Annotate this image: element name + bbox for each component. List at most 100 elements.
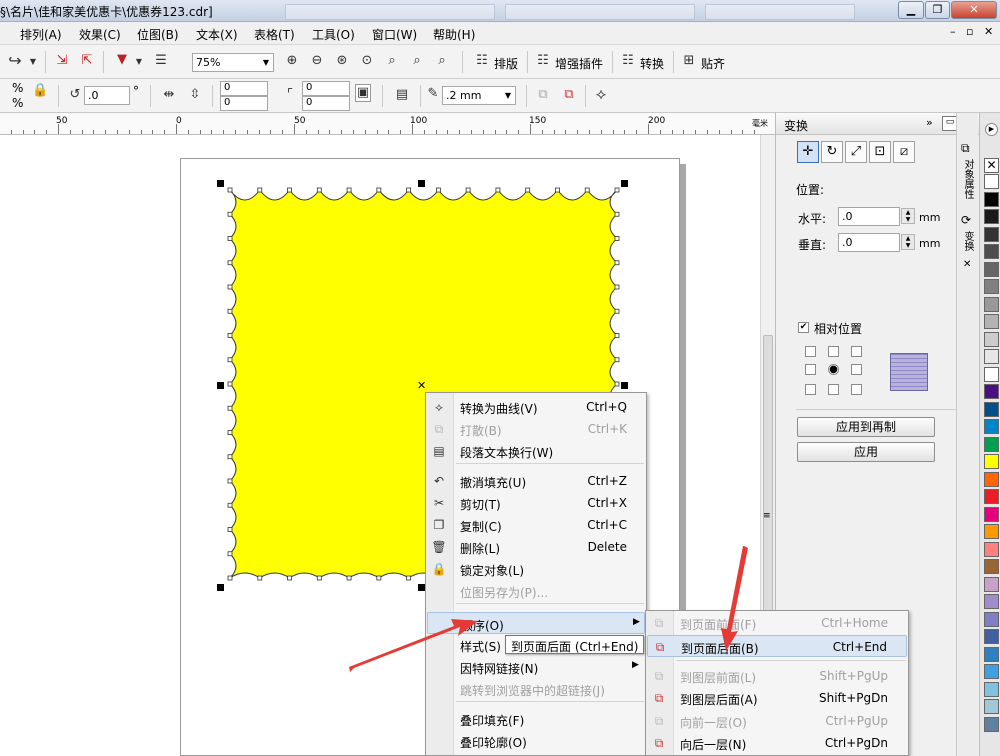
selection-handle[interactable]: [418, 584, 425, 591]
doc-close-icon[interactable]: ✕: [984, 25, 993, 38]
context-menu-item[interactable]: 叠印填充(F): [427, 708, 645, 730]
submenu-item[interactable]: ⧉ 到图层后面(A) Shift+PgDn: [647, 687, 907, 709]
convert-button[interactable]: 转换: [640, 55, 664, 72]
menu-table[interactable]: 表格(T): [254, 26, 295, 43]
menu-tools[interactable]: 工具(O): [312, 26, 355, 43]
close-tab-icon[interactable]: ✕: [963, 259, 971, 270]
anchor-middle-right[interactable]: [851, 364, 862, 375]
selection-handle[interactable]: [217, 382, 224, 389]
color-swatch[interactable]: [984, 576, 999, 592]
size-tool-icon[interactable]: ⊡: [869, 141, 891, 163]
arrange-icon[interactable]: ☷: [473, 53, 491, 69]
selection-handle[interactable]: [217, 180, 224, 187]
options-list-icon[interactable]: ☰: [152, 53, 170, 69]
corner-lock-icon[interactable]: ⌜: [283, 87, 297, 103]
scale-tool-icon[interactable]: ⤢: [845, 141, 867, 163]
convert-icon[interactable]: ☷: [619, 53, 637, 69]
context-menu-item[interactable]: ✂ 剪切(T) Ctrl+X: [427, 492, 645, 514]
tab-transform[interactable]: 变换: [961, 231, 975, 251]
expand-icon[interactable]: »: [926, 116, 933, 129]
no-color-swatch[interactable]: ✕: [984, 158, 999, 173]
color-swatch[interactable]: [984, 314, 999, 329]
minimize-icon[interactable]: ▁: [898, 1, 924, 19]
object-properties-tab-icon[interactable]: ⧉: [961, 141, 970, 156]
apply-to-duplicate-button[interactable]: 应用到再制: [797, 417, 935, 437]
corner-radius-4[interactable]: 0: [302, 96, 350, 111]
color-swatch[interactable]: [984, 681, 999, 697]
anchor-center[interactable]: ●: [828, 364, 839, 375]
color-swatch[interactable]: [984, 384, 999, 399]
anchor-top-right[interactable]: [851, 346, 862, 357]
color-swatch[interactable]: [984, 629, 999, 644]
zoom-in-icon[interactable]: ⊕: [283, 53, 301, 69]
context-menu-item[interactable]: 因特网链接(N) ▶: [427, 656, 645, 678]
color-swatch[interactable]: [984, 226, 999, 242]
center-marker-icon[interactable]: ✕: [417, 379, 426, 392]
menu-effects[interactable]: 效果(C): [79, 26, 121, 43]
color-swatch[interactable]: [984, 489, 999, 504]
tab-object-properties[interactable]: 对象属性: [961, 159, 975, 199]
context-menu-item[interactable]: ❐ 复制(C) Ctrl+C: [427, 514, 645, 536]
vertical-input[interactable]: .0: [838, 233, 900, 252]
color-swatch[interactable]: [984, 366, 999, 382]
submenu-item[interactable]: ⧉ 到页面前面(F) Ctrl+Home: [647, 612, 907, 634]
color-swatch[interactable]: [984, 471, 999, 487]
menu-arrange[interactable]: 排列(A): [20, 26, 62, 43]
mirror-horizontal-icon[interactable]: ⇹: [160, 87, 178, 103]
rotate-icon[interactable]: ↺: [67, 87, 83, 103]
zoom-width-icon[interactable]: ⌕: [408, 53, 426, 69]
context-menu-item[interactable]: 跳转到浏览器中的超链接(J): [427, 678, 645, 700]
outline-width-select[interactable]: .2 mm ▼: [442, 86, 516, 105]
publish-pdf-icon[interactable]: ▼: [113, 52, 131, 68]
enhance-plugin-button[interactable]: 增强插件: [555, 55, 603, 72]
color-swatch[interactable]: [984, 454, 999, 469]
context-menu-item[interactable]: ⟡ 转换为曲线(V) Ctrl+Q: [427, 396, 645, 418]
anchor-top-left[interactable]: [805, 346, 816, 357]
color-swatch[interactable]: [984, 174, 999, 189]
transform-tab-icon[interactable]: ⟳: [961, 213, 971, 227]
color-swatch[interactable]: [984, 699, 999, 714]
color-swatch[interactable]: [984, 349, 999, 364]
arrange-button[interactable]: 排版: [494, 55, 518, 72]
color-swatch[interactable]: [984, 646, 999, 662]
mirror-vertical-icon[interactable]: ⇳: [186, 87, 204, 103]
convert-curves-icon[interactable]: ⟡: [592, 86, 610, 102]
doc-restore-icon[interactable]: ▫: [966, 25, 973, 38]
zoom-all-icon[interactable]: ⊙: [358, 53, 376, 69]
menu-text[interactable]: 文本(X): [196, 26, 238, 43]
anchor-bottom-left[interactable]: [805, 384, 816, 395]
restore-icon[interactable]: ❐: [925, 1, 950, 19]
menu-help[interactable]: 帮助(H): [433, 26, 475, 43]
color-swatch[interactable]: [984, 191, 999, 207]
color-swatch[interactable]: [984, 331, 999, 347]
color-swatch[interactable]: [984, 401, 999, 417]
dropdown-icon[interactable]: ▼: [134, 54, 144, 70]
selection-handle[interactable]: [621, 180, 628, 187]
vertical-spinner[interactable]: ▲ ▼: [901, 234, 915, 250]
color-swatch[interactable]: [984, 244, 999, 259]
submenu-item[interactable]: ⧉ 向前一层(O) Ctrl+PgUp: [647, 710, 907, 732]
corner-radius-3[interactable]: 0: [302, 81, 350, 96]
color-swatch[interactable]: [984, 296, 999, 312]
to-front-icon[interactable]: ⧉: [534, 87, 552, 103]
horizontal-spinner[interactable]: ▲ ▼: [901, 208, 915, 224]
apply-button[interactable]: 应用: [797, 442, 935, 462]
horizontal-input[interactable]: .0: [838, 207, 900, 226]
anchor-middle-left[interactable]: [805, 364, 816, 375]
context-menu-item[interactable]: 🗑 删除(L) Delete: [427, 536, 645, 558]
redo-icon[interactable]: ↪: [6, 53, 24, 69]
close-icon[interactable]: ✕: [951, 1, 997, 19]
import-icon[interactable]: ⇲: [53, 53, 71, 69]
color-swatch[interactable]: [984, 419, 999, 434]
context-menu-item[interactable]: ▤ 段落文本换行(W): [427, 440, 645, 462]
relative-position-checkbox[interactable]: ✔: [798, 322, 809, 333]
context-menu-item[interactable]: 位图另存为(P)...: [427, 580, 645, 602]
zoom-page-icon[interactable]: ⌕: [383, 53, 401, 69]
zoom-out-icon[interactable]: ⊖: [308, 53, 326, 69]
selection-handle[interactable]: [418, 180, 425, 187]
anchor-bottom-right[interactable]: [851, 384, 862, 395]
selection-handle[interactable]: [217, 584, 224, 591]
outline-pen-icon[interactable]: ✎: [426, 86, 440, 102]
plugin-icon[interactable]: ☷: [534, 53, 552, 69]
color-swatch[interactable]: [984, 506, 999, 522]
